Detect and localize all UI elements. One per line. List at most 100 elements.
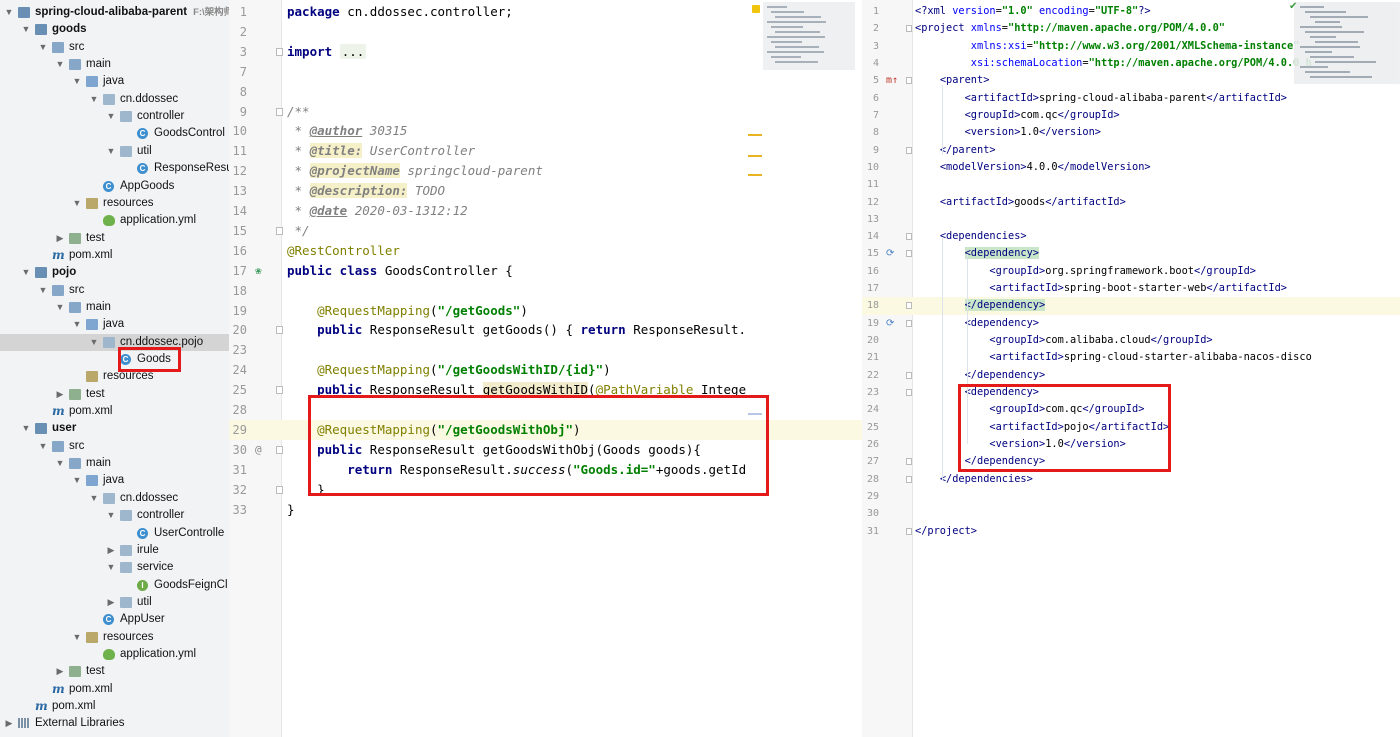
tree-item[interactable]: ▼ controller <box>0 108 229 125</box>
tree-item[interactable]: ▼ main <box>0 455 229 472</box>
fold-toggle-icon[interactable] <box>906 233 912 241</box>
code-line[interactable]: 10 * @author 30315 <box>229 121 862 141</box>
tree-item[interactable]: m pom.xml <box>0 681 229 698</box>
fold-toggle-icon[interactable] <box>906 527 912 535</box>
tree-item[interactable]: C ResponseResu <box>0 160 229 177</box>
tree-item[interactable]: ▶ util <box>0 594 229 611</box>
fold-toggle-icon[interactable] <box>906 77 912 85</box>
tree-item[interactable]: resources <box>0 368 229 385</box>
tree-item[interactable]: C GoodsControl <box>0 125 229 142</box>
fold-toggle-icon[interactable] <box>906 146 912 154</box>
scroll-marker[interactable] <box>748 134 762 136</box>
scroll-marker[interactable] <box>748 413 762 415</box>
tree-item[interactable]: ▼ service <box>0 559 229 576</box>
chevron-down-icon[interactable]: ▼ <box>106 507 116 524</box>
code-line[interactable]: 25 public ResponseResult getGoodsWithID(… <box>229 380 862 400</box>
chevron-right-icon[interactable]: ▶ <box>106 542 116 559</box>
tree-item[interactable]: application.yml <box>0 212 229 229</box>
chevron-right-icon[interactable]: ▶ <box>55 663 65 680</box>
fold-toggle-icon[interactable] <box>906 371 912 379</box>
tree-item[interactable]: m pom.xml <box>0 247 229 264</box>
chevron-down-icon[interactable]: ▼ <box>72 73 82 90</box>
code-line[interactable]: 13 * @description: TODO <box>229 181 862 201</box>
xml-line[interactable]: 13 <box>862 211 1400 228</box>
fold-toggle-icon[interactable] <box>276 226 283 235</box>
spring-bean-icon[interactable]: ❀ <box>255 261 262 281</box>
chevron-right-icon[interactable]: ▶ <box>55 386 65 403</box>
tree-item[interactable]: ▶ irule <box>0 542 229 559</box>
tree-item[interactable]: m pom.xml <box>0 698 229 715</box>
code-line[interactable]: 12 * @projectName springcloud-parent <box>229 161 862 181</box>
override-marker-icon[interactable]: @ <box>255 440 262 460</box>
tree-item[interactable]: ▼ src <box>0 438 229 455</box>
chevron-down-icon[interactable]: ▼ <box>89 91 99 108</box>
xml-line[interactable]: 31 </project> <box>862 523 1400 540</box>
chevron-down-icon[interactable]: ▼ <box>106 143 116 160</box>
tree-item[interactable]: ▶ test <box>0 386 229 403</box>
fold-toggle-icon[interactable] <box>906 319 912 327</box>
code-line[interactable]: 33} <box>229 500 862 520</box>
chevron-right-icon[interactable]: ▶ <box>106 594 116 611</box>
fold-toggle-icon[interactable] <box>906 25 912 33</box>
tree-item[interactable]: ▼ controller <box>0 507 229 524</box>
tree-item[interactable]: ▼ java <box>0 472 229 489</box>
tree-item[interactable]: C Goods <box>0 351 229 368</box>
chevron-down-icon[interactable]: ▼ <box>55 56 65 73</box>
fold-toggle-icon[interactable] <box>906 458 912 466</box>
chevron-down-icon[interactable]: ▼ <box>106 108 116 125</box>
tree-item[interactable]: ▼ util <box>0 143 229 160</box>
fold-toggle-icon[interactable] <box>276 47 283 56</box>
inspection-ok-icon[interactable]: ✔ <box>1289 1 1297 12</box>
fold-toggle-icon[interactable] <box>906 475 912 483</box>
tree-item[interactable]: ▼ resources <box>0 195 229 212</box>
tree-item[interactable]: C AppGoods <box>0 178 229 195</box>
code-line[interactable]: 29 @RequestMapping("/getGoodsWithObj") <box>229 419 862 440</box>
scroll-marker[interactable] <box>748 174 762 176</box>
scroll-marker[interactable] <box>748 155 762 157</box>
warning-indicator-icon[interactable] <box>752 5 760 13</box>
fold-toggle-icon[interactable] <box>906 250 912 258</box>
xml-line[interactable]: 12 <artifactId>goods</artifactId> <box>862 194 1400 211</box>
fold-toggle-icon[interactable] <box>906 302 912 310</box>
tree-item[interactable]: ▼ main <box>0 56 229 73</box>
chevron-right-icon[interactable]: ▶ <box>4 715 14 732</box>
tree-item[interactable]: ▼ goods <box>0 21 229 38</box>
code-line[interactable]: 15 */ <box>229 221 862 241</box>
chevron-down-icon[interactable]: ▼ <box>89 334 99 351</box>
chevron-down-icon[interactable]: ▼ <box>55 455 65 472</box>
chevron-right-icon[interactable]: ▶ <box>55 230 65 247</box>
chevron-down-icon[interactable]: ▼ <box>38 39 48 56</box>
tree-item[interactable]: ▼ java <box>0 316 229 333</box>
code-line[interactable]: 9 /** <box>229 102 862 122</box>
tree-item[interactable]: I GoodsFeignCl <box>0 577 229 594</box>
code-line[interactable]: 28 <box>229 400 862 420</box>
xml-line[interactable]: 29 <box>862 488 1400 505</box>
code-line[interactable]: 18 <box>229 281 862 301</box>
tree-item[interactable]: ▼ pojo <box>0 264 229 281</box>
tree-item[interactable]: ▼ spring-cloud-alibaba-parent F:\架构师 <box>0 4 229 21</box>
tree-item[interactable]: ▼ cn.ddossec <box>0 91 229 108</box>
chevron-down-icon[interactable]: ▼ <box>72 316 82 333</box>
tree-item[interactable]: ▼ cn.ddossec.pojo <box>0 333 229 351</box>
tree-item[interactable]: ▼ main <box>0 299 229 316</box>
xml-line[interactable]: 11 <box>862 176 1400 193</box>
code-line[interactable]: 17 ❀ public class GoodsController { <box>229 261 862 281</box>
code-line[interactable]: 31 return ResponseResult.success("Goods.… <box>229 460 862 480</box>
code-line[interactable]: 16 @RestController <box>229 241 862 261</box>
chevron-down-icon[interactable]: ▼ <box>21 264 31 281</box>
fold-toggle-icon[interactable] <box>276 485 283 494</box>
tree-item[interactable]: ▼ user <box>0 420 229 437</box>
chevron-down-icon[interactable]: ▼ <box>106 559 116 576</box>
tree-item[interactable]: m pom.xml <box>0 403 229 420</box>
tree-item[interactable]: ▼ src <box>0 39 229 56</box>
fold-toggle-icon[interactable] <box>276 445 283 454</box>
chevron-down-icon[interactable]: ▼ <box>4 4 14 21</box>
tree-item[interactable]: ▶ External Libraries <box>0 715 229 732</box>
tree-item[interactable]: ▼ cn.ddossec <box>0 490 229 507</box>
chevron-down-icon[interactable]: ▼ <box>21 420 31 437</box>
chevron-down-icon[interactable]: ▼ <box>38 438 48 455</box>
dependency-sync-icon[interactable]: ⟳ <box>886 315 894 332</box>
chevron-down-icon[interactable]: ▼ <box>55 299 65 316</box>
code-line[interactable]: 23 <box>229 340 862 360</box>
maven-parent-icon[interactable]: m↑ <box>886 72 898 89</box>
